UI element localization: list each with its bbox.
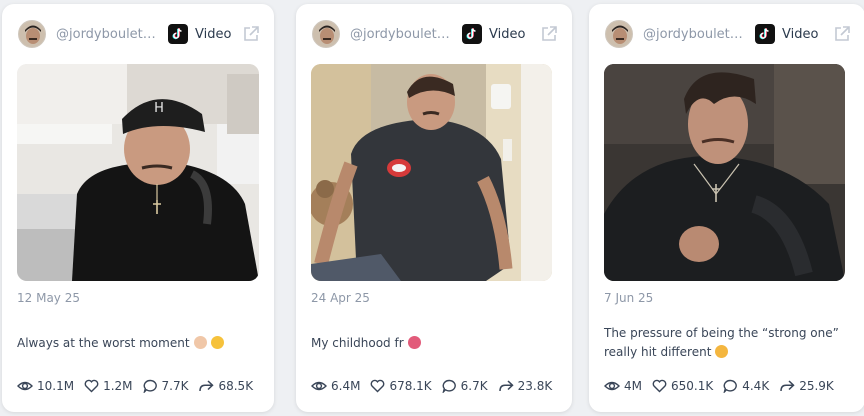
avatar[interactable] xyxy=(18,20,46,48)
tiktok-icon xyxy=(462,24,482,44)
post-date: 7 Jun 25 xyxy=(604,291,654,305)
video-thumbnail[interactable] xyxy=(311,64,552,281)
card-header: @jordybouletvi... Video xyxy=(605,19,851,49)
post-date: 12 May 25 xyxy=(17,291,80,305)
comment-icon xyxy=(142,379,157,393)
share-icon xyxy=(498,380,514,392)
author-handle[interactable]: @jordybouletvi... xyxy=(350,27,454,42)
likes-stat: 1.2M xyxy=(84,379,133,393)
heart-icon xyxy=(84,379,99,393)
external-link-icon[interactable] xyxy=(242,25,260,43)
shares-stat: 25.9K xyxy=(779,379,834,393)
shares-stat: 68.5K xyxy=(198,379,253,393)
shares-count: 25.9K xyxy=(799,379,834,393)
comment-icon xyxy=(442,379,456,393)
external-link-icon[interactable] xyxy=(540,25,558,43)
svg-text:H: H xyxy=(154,101,164,116)
post-stats: 4M 650.1K 4.4K 25.9K xyxy=(604,379,844,393)
laughing-emoji-icon xyxy=(210,336,224,349)
likes-stat: 678.1K xyxy=(370,379,432,393)
likes-count: 678.1K xyxy=(389,379,432,393)
views-count: 4M xyxy=(624,379,642,393)
comments-count: 6.7K xyxy=(460,379,488,393)
eye-icon xyxy=(17,381,33,391)
avatar[interactable] xyxy=(605,20,633,48)
heart-icon xyxy=(371,379,385,393)
views-stat: 10.1M xyxy=(17,379,74,393)
comments-stat: 7.7K xyxy=(142,379,189,393)
post-date: 24 Apr 25 xyxy=(311,291,370,305)
author-handle[interactable]: @jordybouletvi... xyxy=(643,27,747,42)
tiktok-icon xyxy=(168,24,188,44)
comments-stat: 6.7K xyxy=(442,379,488,393)
comments-count: 7.7K xyxy=(161,379,189,393)
platform-label: Video xyxy=(195,26,232,42)
tiktok-icon xyxy=(755,24,775,44)
share-icon xyxy=(199,380,215,392)
views-stat: 4M xyxy=(604,379,642,393)
comment-icon xyxy=(723,379,738,393)
shares-count: 68.5K xyxy=(218,379,254,393)
post-caption: The pressure of being the “strong one” r… xyxy=(604,324,844,362)
video-thumbnail[interactable] xyxy=(604,64,845,281)
post-card[interactable]: @jordybouletvi... Video 24 Apr 25 My chi… xyxy=(296,4,572,412)
shares-stat: 23.8K xyxy=(498,379,553,393)
platform-label: Video xyxy=(782,26,819,42)
comments-count: 4.4K xyxy=(742,379,770,393)
caption-text: Always at the worst moment xyxy=(17,336,190,350)
comments-stat: 4.4K xyxy=(723,379,769,393)
grimace-emoji-icon xyxy=(193,336,207,349)
post-caption: My childhood fr xyxy=(311,334,551,353)
likes-stat: 650.1K xyxy=(652,379,713,393)
post-caption: Always at the worst moment xyxy=(17,334,257,353)
likes-count: 650.1K xyxy=(671,379,714,393)
likes-count: 1.2M xyxy=(103,379,133,393)
weary-emoji-icon xyxy=(715,345,729,358)
card-header: @jordybouletvi... Video xyxy=(312,19,558,49)
views-stat: 6.4M xyxy=(311,379,360,393)
caption-text: My childhood fr xyxy=(311,336,404,350)
post-stats: 10.1M 1.2M 7.7K 68.5K xyxy=(17,379,263,393)
avatar[interactable] xyxy=(312,20,340,48)
post-card[interactable]: @jordybouletvi... Video H 12 May 25 Alwa… xyxy=(2,4,274,412)
platform-label: Video xyxy=(489,26,526,42)
external-link-icon[interactable] xyxy=(833,25,851,43)
heart-icon xyxy=(652,379,667,393)
shares-count: 23.8K xyxy=(517,379,553,393)
eye-icon xyxy=(311,381,327,391)
views-count: 6.4M xyxy=(331,379,361,393)
author-handle[interactable]: @jordybouletvi... xyxy=(56,27,160,42)
views-count: 10.1M xyxy=(37,379,75,393)
eye-icon xyxy=(604,381,620,391)
share-icon xyxy=(780,380,795,392)
video-thumbnail[interactable]: H xyxy=(17,64,259,281)
card-header: @jordybouletvi... Video xyxy=(18,19,260,49)
post-card[interactable]: @jordybouletvi... Video 7 Jun 25 The pre… xyxy=(589,4,864,412)
post-stats: 6.4M 678.1K 6.7K 23.8K xyxy=(311,379,562,393)
crying-emoji-icon xyxy=(407,336,421,349)
